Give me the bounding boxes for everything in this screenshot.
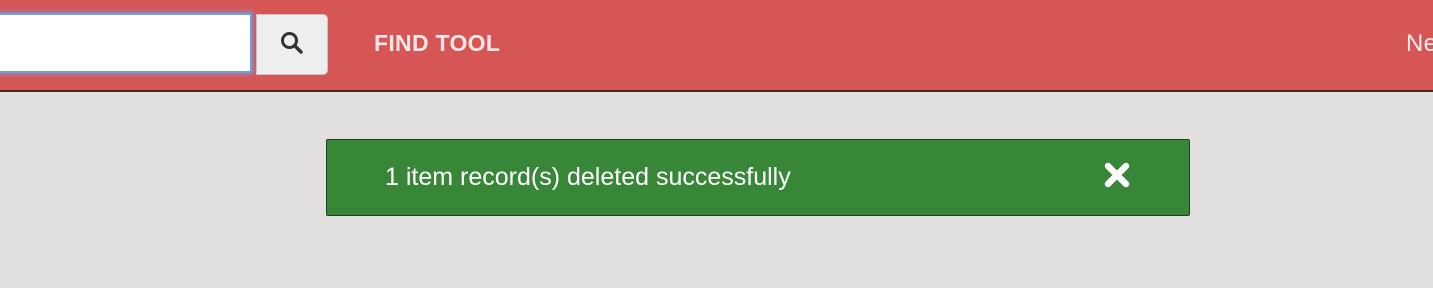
alert-close-button[interactable] <box>1101 160 1133 192</box>
top-navbar: FIND TOOL Ne <box>0 0 1433 92</box>
search-button[interactable] <box>256 14 328 75</box>
search-input[interactable] <box>0 13 252 73</box>
nav-find-tool[interactable]: FIND TOOL <box>374 30 500 57</box>
search-icon <box>279 30 305 59</box>
nav-next-link[interactable]: Ne <box>1406 30 1433 58</box>
success-alert: 1 item record(s) deleted successfully <box>326 139 1190 216</box>
close-icon <box>1102 160 1132 193</box>
alert-message: 1 item record(s) deleted successfully <box>385 163 791 191</box>
